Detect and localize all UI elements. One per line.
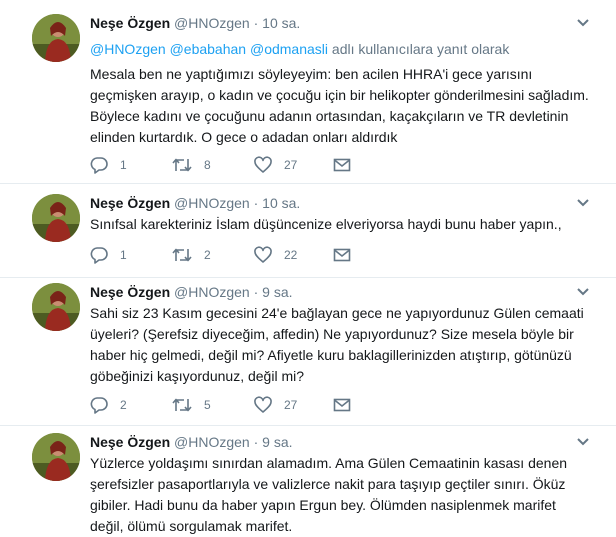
tweet-header: Neşe Özgen @HNOzgen · 10 sa. xyxy=(90,194,576,212)
separator-dot: · xyxy=(253,15,259,31)
message-button[interactable] xyxy=(333,245,363,265)
retweet-button[interactable]: 2 xyxy=(172,245,211,265)
author-name[interactable]: Neşe Özgen xyxy=(90,434,170,450)
like-button[interactable]: 22 xyxy=(254,245,297,265)
mention-link[interactable]: @odmanasli xyxy=(250,41,328,57)
retweet-button[interactable]: 8 xyxy=(172,155,211,175)
avatar[interactable] xyxy=(32,433,80,481)
retweet-count: 5 xyxy=(204,398,211,412)
tweet-header: Neşe Özgen @HNOzgen · 9 sa. xyxy=(90,283,576,301)
separator-dot: · xyxy=(253,284,259,300)
tweet[interactable]: Neşe Özgen @HNOzgen · 10 sa. @HNOzgen @e… xyxy=(0,0,616,184)
like-count: 27 xyxy=(284,158,298,172)
author-name[interactable]: Neşe Özgen xyxy=(90,195,170,211)
tweet[interactable]: Neşe Özgen @HNOzgen · 9 sa. Sahi siz 23 … xyxy=(0,278,616,426)
heart-icon xyxy=(254,246,272,263)
separator-dot: · xyxy=(253,195,259,211)
retweet-count: 8 xyxy=(204,158,211,172)
author-handle[interactable]: @HNOzgen xyxy=(174,15,250,31)
reply-count: 1 xyxy=(120,248,127,262)
author-handle[interactable]: @HNOzgen xyxy=(174,434,250,450)
reply-button[interactable]: 2 xyxy=(90,395,127,415)
like-count: 22 xyxy=(284,248,298,262)
author-handle[interactable]: @HNOzgen xyxy=(174,195,250,211)
mention-link[interactable]: @HNOzgen xyxy=(90,41,166,57)
reply-context: @HNOzgen @ebabahan @odmanasli adlı kulla… xyxy=(90,40,509,58)
reply-button[interactable]: 1 xyxy=(90,245,127,265)
tweet[interactable]: Neşe Özgen @HNOzgen · 9 sa. Yüzlerce yol… xyxy=(0,426,616,535)
author-name[interactable]: Neşe Özgen xyxy=(90,284,170,300)
message-button[interactable] xyxy=(333,155,363,175)
message-button[interactable] xyxy=(333,395,363,415)
retweet-button[interactable]: 5 xyxy=(172,395,211,415)
mention-link[interactable]: @ebabahan xyxy=(170,41,247,57)
chevron-down-icon[interactable] xyxy=(576,435,590,449)
chevron-down-icon[interactable] xyxy=(576,16,590,30)
author-name[interactable]: Neşe Özgen xyxy=(90,15,170,31)
separator-dot: · xyxy=(253,434,259,450)
reply-button[interactable]: 1 xyxy=(90,155,127,175)
chevron-down-icon[interactable] xyxy=(576,196,590,210)
reply-icon xyxy=(90,247,108,264)
tweet-header: Neşe Özgen @HNOzgen · 10 sa. xyxy=(90,14,576,32)
like-button[interactable]: 27 xyxy=(254,155,297,175)
timestamp[interactable]: 10 sa. xyxy=(262,15,300,31)
author-handle[interactable]: @HNOzgen xyxy=(174,284,250,300)
reply-count: 2 xyxy=(120,398,127,412)
reply-icon xyxy=(90,157,108,174)
reply-context-label: adlı kullanıcılara yanıt olarak xyxy=(331,41,510,57)
tweet-text: Sahi siz 23 Kasım gecesini 24'e bağlayan… xyxy=(90,305,584,384)
envelope-icon xyxy=(333,248,351,262)
heart-icon xyxy=(254,396,272,413)
timestamp[interactable]: 9 sa. xyxy=(262,284,292,300)
avatar[interactable] xyxy=(32,194,80,242)
retweet-icon xyxy=(172,158,192,172)
like-count: 27 xyxy=(284,398,298,412)
like-button[interactable]: 27 xyxy=(254,395,297,415)
tweet-header: Neşe Özgen @HNOzgen · 9 sa. xyxy=(90,433,576,451)
retweet-icon xyxy=(172,398,192,412)
tweet[interactable]: Neşe Özgen @HNOzgen · 10 sa. Sınıfsal ka… xyxy=(0,184,616,278)
envelope-icon xyxy=(333,158,351,172)
retweet-icon xyxy=(172,248,192,262)
avatar[interactable] xyxy=(32,283,80,331)
avatar[interactable] xyxy=(32,14,80,62)
heart-icon xyxy=(254,156,272,173)
envelope-icon xyxy=(333,398,351,412)
timestamp[interactable]: 10 sa. xyxy=(262,195,300,211)
retweet-count: 2 xyxy=(204,248,211,262)
chevron-down-icon[interactable] xyxy=(576,285,590,299)
tweet-text: Sınıfsal karekteriniz İslam düşüncenize … xyxy=(90,216,562,232)
reply-count: 1 xyxy=(120,158,127,172)
tweet-text: Yüzlerce yoldaşımı sınırdan alamadım. Am… xyxy=(90,455,568,534)
tweet-thread: Neşe Özgen @HNOzgen · 10 sa. @HNOzgen @e… xyxy=(0,0,616,535)
reply-icon xyxy=(90,397,108,414)
timestamp[interactable]: 9 sa. xyxy=(262,434,292,450)
tweet-text: Mesala ben ne yaptığımızı söyleyeyim: be… xyxy=(90,66,589,145)
